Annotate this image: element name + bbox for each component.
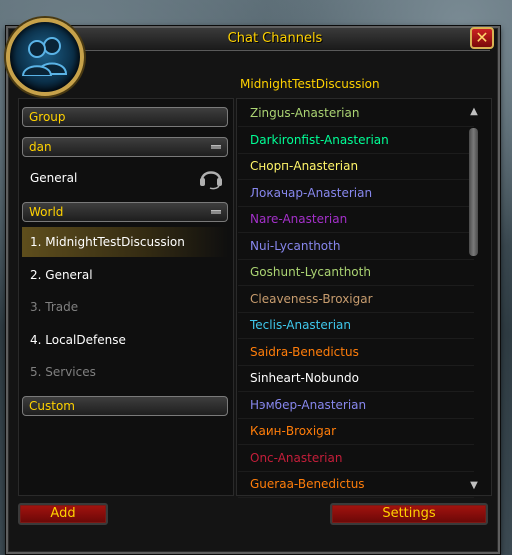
channels-portrait — [6, 18, 84, 96]
channel-label: 5. Services — [30, 365, 96, 379]
group-header-label: dan — [29, 140, 52, 154]
member-row[interactable]: Нэмбер-Anasterian — [238, 392, 474, 419]
collapse-icon — [211, 145, 221, 149]
member-name: Nui-Lycanthoth — [250, 238, 341, 253]
group-header-label: Custom — [29, 399, 75, 413]
member-row[interactable]: Локачар-Anasterian — [238, 180, 474, 207]
member-row[interactable]: Onc-Anasterian — [238, 445, 474, 472]
member-row[interactable]: Каин-Broxigar — [238, 418, 474, 445]
channel-row-4[interactable]: 4. LocalDefense — [22, 325, 228, 355]
member-name: Локачар-Anasterian — [250, 185, 373, 200]
group-header-label: Group — [29, 110, 66, 124]
member-name: Goshunt-Lycanthoth — [250, 265, 371, 279]
member-row[interactable]: Zingus-Anasterian — [238, 100, 474, 127]
settings-button[interactable]: Settings — [330, 503, 488, 525]
group-header-world[interactable]: World — [22, 202, 228, 222]
scroll-up-arrow-icon[interactable]: ▲ — [466, 106, 482, 118]
channel-label: 4. LocalDefense — [30, 333, 126, 347]
member-name: Sinheart-Nobundo — [250, 371, 359, 385]
member-name: Cleaveness-Broxigar — [250, 291, 373, 306]
member-name: Teclis-Anasterian — [250, 318, 351, 332]
member-name: Zingus-Anasterian — [250, 106, 360, 120]
group-header-custom[interactable]: Custom — [22, 396, 228, 416]
selected-channel-name: MidnightTestDiscussion — [240, 77, 380, 91]
group-header-label: World — [29, 205, 64, 219]
scroll-down-arrow-icon[interactable]: ▼ — [466, 480, 482, 492]
member-name: Nare-Anasterian — [250, 212, 348, 226]
member-name: Снорп-Anasterian — [250, 159, 359, 173]
voice-headset-icon[interactable] — [198, 166, 224, 190]
group-header-group[interactable]: Group — [22, 107, 228, 127]
people-icon — [22, 37, 68, 76]
group-header-dan[interactable]: dan — [22, 137, 228, 157]
channel-label: 1. MidnightTestDiscussion — [30, 235, 185, 249]
channel-row-3[interactable]: 3. Trade — [22, 292, 228, 322]
member-row[interactable]: Goshunt-Lycanthoth — [238, 259, 474, 286]
member-name: Saidra-Benedictus — [250, 344, 359, 359]
close-button[interactable]: ✕ — [470, 27, 494, 49]
member-row[interactable]: Saidra-Benedictus — [238, 339, 474, 366]
channel-label: 3. Trade — [30, 300, 79, 314]
channel-row-5[interactable]: 5. Services — [22, 357, 228, 387]
channel-row-2[interactable]: 2. General — [22, 260, 228, 290]
member-name: Нэмбер-Anasterian — [250, 397, 367, 412]
member-row[interactable]: Снорп-Anasterian — [238, 153, 474, 180]
member-name: Gueraa-Benedictus — [250, 477, 365, 491]
channel-label: 2. General — [30, 268, 93, 282]
member-name: Onc-Anasterian — [250, 450, 343, 465]
member-row[interactable]: Sinheart-Nobundo — [238, 365, 474, 392]
member-name: Darkironfist-Anasterian — [250, 132, 389, 147]
member-name: Каин-Broxigar — [250, 424, 337, 438]
channel-row-1[interactable]: 1. MidnightTestDiscussion — [22, 227, 228, 257]
member-row[interactable]: Darkironfist-Anasterian — [238, 127, 474, 154]
add-button[interactable]: Add — [18, 503, 108, 525]
window-title: Chat Channels — [227, 31, 323, 46]
member-row[interactable]: Gueraa-Benedictus — [238, 471, 474, 498]
member-row[interactable]: Nui-Lycanthoth — [238, 233, 474, 260]
scroll-thumb[interactable] — [469, 128, 478, 256]
channel-label: General — [30, 171, 78, 185]
member-row[interactable]: Cleaveness-Broxigar — [238, 286, 474, 313]
member-row[interactable]: Teclis-Anasterian — [238, 312, 474, 339]
member-row[interactable]: Nare-Anasterian — [238, 206, 474, 233]
collapse-icon — [211, 210, 221, 214]
